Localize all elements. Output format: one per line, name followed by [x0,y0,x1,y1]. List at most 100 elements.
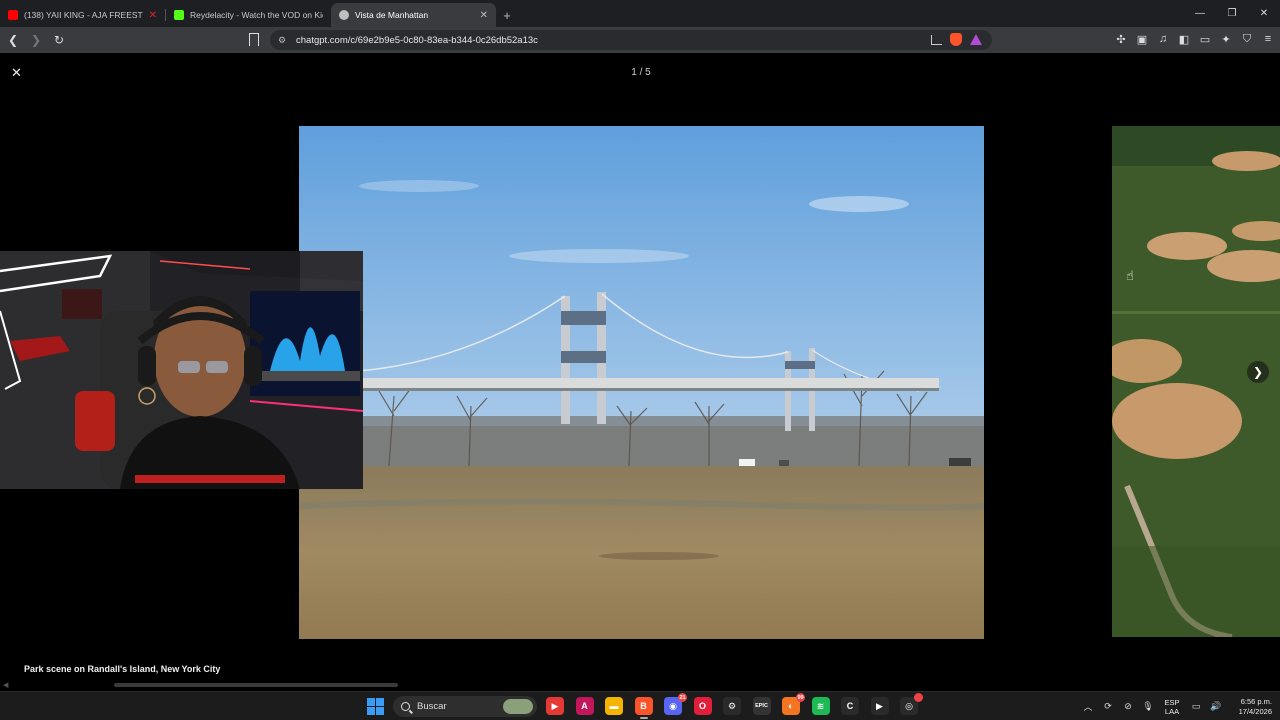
new-tab-button[interactable]: + [496,3,518,27]
notifications-off-icon[interactable]: ⊘ [1118,701,1138,712]
opera-gx-icon[interactable]: O [693,697,712,715]
tab-title: Vista de Manhattan [355,10,429,20]
show-hidden-icons[interactable]: ︿ [1078,700,1098,713]
kick-icon [174,10,184,20]
restore-icon[interactable]: ❐ [1216,0,1248,27]
windows-logo-icon [376,698,384,706]
file-explorer-glyph: ▬ [609,701,619,711]
epic-games-glyph: EPIC [755,703,768,709]
close-viewer-icon[interactable]: ✕ [11,65,22,81]
file-explorer-icon[interactable]: ▬ [605,697,623,715]
clock-date: 17/4/2026 [1238,706,1272,716]
discord-glyph: ◉ [669,700,677,711]
share-icon[interactable] [931,34,942,45]
epic-games-icon[interactable]: EPIC [752,697,771,715]
search-placeholder: Buscar [417,701,447,712]
vpn-icon[interactable]: ⛉ [1241,32,1253,46]
brave-rewards-icon[interactable] [970,34,982,45]
brave-glyph: B [640,701,647,711]
network-icon[interactable]: ▭ [1186,701,1206,712]
discord-icon[interactable]: ◉ 21 [664,693,687,715]
notification-badge [914,693,923,702]
tab-strip: (138) YAII KING - AJA FREESTYLE ✕ Reydel… [0,0,1280,27]
microphone-icon[interactable]: 🎙 [1138,701,1158,712]
windows-logo-icon [367,698,375,706]
kick-app-glyph: ▶ [876,700,883,711]
keyboard-layout: LAA [1164,706,1180,716]
obs-glyph: ◎ [905,700,913,711]
start-button[interactable] [367,698,384,715]
next-image-button[interactable]: ❯ [1247,361,1269,383]
url-text: chatgpt.com/c/69e2b9e5-0c80-83ea-b344-0c… [296,34,538,46]
address-bar-actions [931,33,982,46]
tab-kick[interactable]: Reydelacity - Watch the VOD on Kick [166,3,331,27]
tab-chatgpt[interactable]: Vista de Manhattan ✕ [331,3,496,27]
minimize-icon[interactable]: — [1184,0,1216,27]
tab-youtube[interactable]: (138) YAII KING - AJA FREESTYLE ✕ [0,3,165,27]
brave-shields-icon[interactable] [950,33,962,46]
windows-taskbar: Buscar ▶ A ▬ B ◉ 21 O ⚙ EPIC ◐ 99 ≋ C ▶ ◎ ︿ ⟳ ⊘ 🎙 ESP … [0,691,1280,720]
settings-glyph: ⚙ [727,700,737,711]
menu-icon[interactable]: ≡ [1262,32,1274,46]
affinity-icon[interactable]: A [575,697,594,715]
forward-button[interactable]: ❯ [26,30,46,50]
youtube-music-glyph: ▶ [551,700,559,711]
youtube-icon [8,10,18,20]
taskbar-search[interactable]: Buscar [393,696,537,717]
spotify-glyph: ≋ [816,700,825,711]
window-controls: — ❐ ✕ [1184,0,1280,27]
affinity-glyph: A [581,701,588,711]
audio-muted-icon[interactable]: ✕ [149,10,157,21]
clock[interactable]: 6:56 p.m. 17/4/2026 [1226,697,1272,717]
search-highlight-icon [503,699,533,714]
reload-button[interactable]: ↻ [49,30,69,50]
bridge-park-photo [299,126,984,639]
site-settings-icon[interactable]: ⚙ [278,35,288,46]
horizontal-scrollbar[interactable] [114,683,398,687]
media-icon[interactable]: ♫ [1157,32,1169,46]
back-button[interactable]: ❮ [3,30,23,50]
system-tray: ︿ ⟳ ⊘ 🎙 ESP LAA ▭ 🔊 6:56 p.m. 17/4/2026 [1078,692,1280,720]
brave-icon[interactable]: B [634,697,653,719]
language-indicator[interactable]: ESP LAA [1161,698,1183,716]
tab-title: (138) YAII KING - AJA FREESTYLE [24,10,143,20]
scroll-left-icon[interactable]: ◀ [3,681,8,689]
image-caption: Park scene on Randall's Island, New York… [24,664,221,674]
address-bar[interactable]: ⚙ chatgpt.com/c/69e2b9e5-0c80-83ea-b344-… [270,30,992,50]
tab-search-icon[interactable]: ▣ [1136,32,1148,46]
wallet-icon[interactable]: ▭ [1199,32,1211,46]
sidebar-icon[interactable]: ◧ [1178,32,1190,46]
image-counter: 1 / 5 [631,67,651,78]
crunchyroll-glyph: ◐ [788,701,794,711]
notification-badge: 99 [796,693,805,702]
toolbar-icons: ✣ ▣ ♫ ◧ ▭ ✦ ⛉ ≡ [1115,32,1274,46]
close-tab-icon[interactable]: ✕ [480,10,488,21]
capcut-icon[interactable]: C [841,697,859,715]
capcut-glyph: C [846,701,854,711]
volume-icon[interactable]: 🔊 [1206,701,1226,712]
browser-toolbar: ❮ ❯ ↻ ⚙ chatgpt.com/c/69e2b9e5-0c80-83ea… [0,27,1280,53]
main-image[interactable] [299,126,984,639]
sync-icon[interactable]: ⟳ [1098,701,1118,712]
chatgpt-icon [339,10,349,20]
hand-cursor-icon: ☝ [1126,268,1134,283]
clock-time: 6:56 p.m. [1240,696,1272,706]
search-icon [401,702,410,711]
notification-badge: 21 [678,693,687,702]
tab-title: Reydelacity - Watch the VOD on Kick [190,10,323,20]
settings-icon[interactable]: ⚙ [723,697,741,715]
youtube-music-icon[interactable]: ▶ [546,697,564,715]
bookmark-icon[interactable] [249,33,259,46]
running-indicator [639,717,648,719]
language-code: ESP [1164,697,1180,707]
extensions-icon[interactable]: ✣ [1115,32,1127,46]
obs-icon[interactable]: ◎ [900,693,923,715]
close-window-icon[interactable]: ✕ [1248,0,1280,27]
kick-app-icon[interactable]: ▶ [870,697,889,715]
leo-ai-icon[interactable]: ✦ [1220,32,1232,46]
opera-gx-glyph: O [698,701,706,711]
webcam-overlay [0,251,363,489]
windows-logo-icon [367,707,375,715]
spotify-icon[interactable]: ≋ [811,697,830,715]
crunchyroll-icon[interactable]: ◐ 99 [782,693,805,715]
